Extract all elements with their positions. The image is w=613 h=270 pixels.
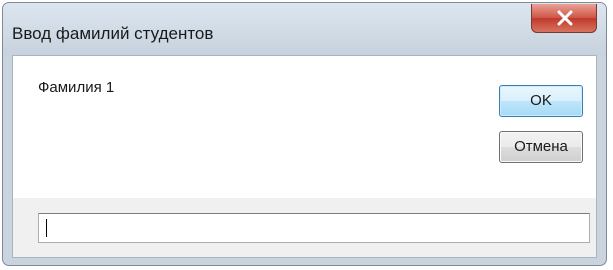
cancel-button[interactable]: Отмена xyxy=(499,131,583,163)
close-button[interactable] xyxy=(531,4,597,33)
dialog-body: Фамилия 1 OK Отмена xyxy=(12,55,597,258)
ok-button[interactable]: OK xyxy=(499,85,583,117)
input-dialog: Ввод фамилий студентов Фамилия 1 OK Отме… xyxy=(2,2,607,266)
title-bar: Ввод фамилий студентов xyxy=(3,3,606,55)
close-icon xyxy=(557,10,573,26)
surname-input[interactable] xyxy=(38,213,590,243)
dialog-title: Ввод фамилий студентов xyxy=(12,24,214,43)
text-caret xyxy=(46,219,47,237)
prompt-label: Фамилия 1 xyxy=(38,79,115,96)
